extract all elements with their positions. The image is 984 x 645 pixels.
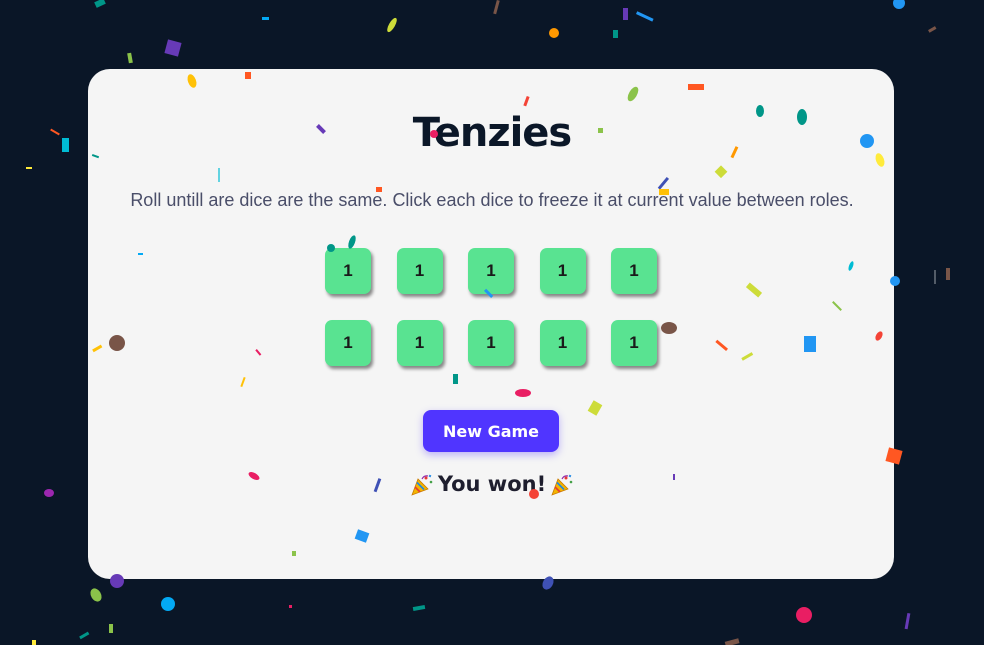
die[interactable]: 1 [396,248,443,294]
new-game-button[interactable]: New Game [423,410,559,452]
win-message: You won! [0,472,984,497]
die[interactable]: 1 [325,248,371,294]
die[interactable]: 1 [539,320,586,366]
win-message-text: You won! [437,472,547,496]
die[interactable]: 1 [611,248,657,294]
die[interactable]: 1 [468,320,514,366]
instructions-text: Roll untill are dice are the same. Click… [130,190,854,210]
party-popper-icon [551,474,573,496]
die[interactable]: 1 [539,248,586,294]
app-background: Tenzies Roll untill are dice are the sam… [0,0,984,645]
die[interactable]: 1 [325,320,371,366]
dice-grid: 1 1 1 1 1 1 1 1 1 1 [325,248,659,366]
party-popper-icon [411,474,433,496]
die[interactable]: 1 [396,320,443,366]
die[interactable]: 1 [468,248,514,294]
die[interactable]: 1 [611,320,657,366]
page-title: Tenzies [412,110,573,156]
